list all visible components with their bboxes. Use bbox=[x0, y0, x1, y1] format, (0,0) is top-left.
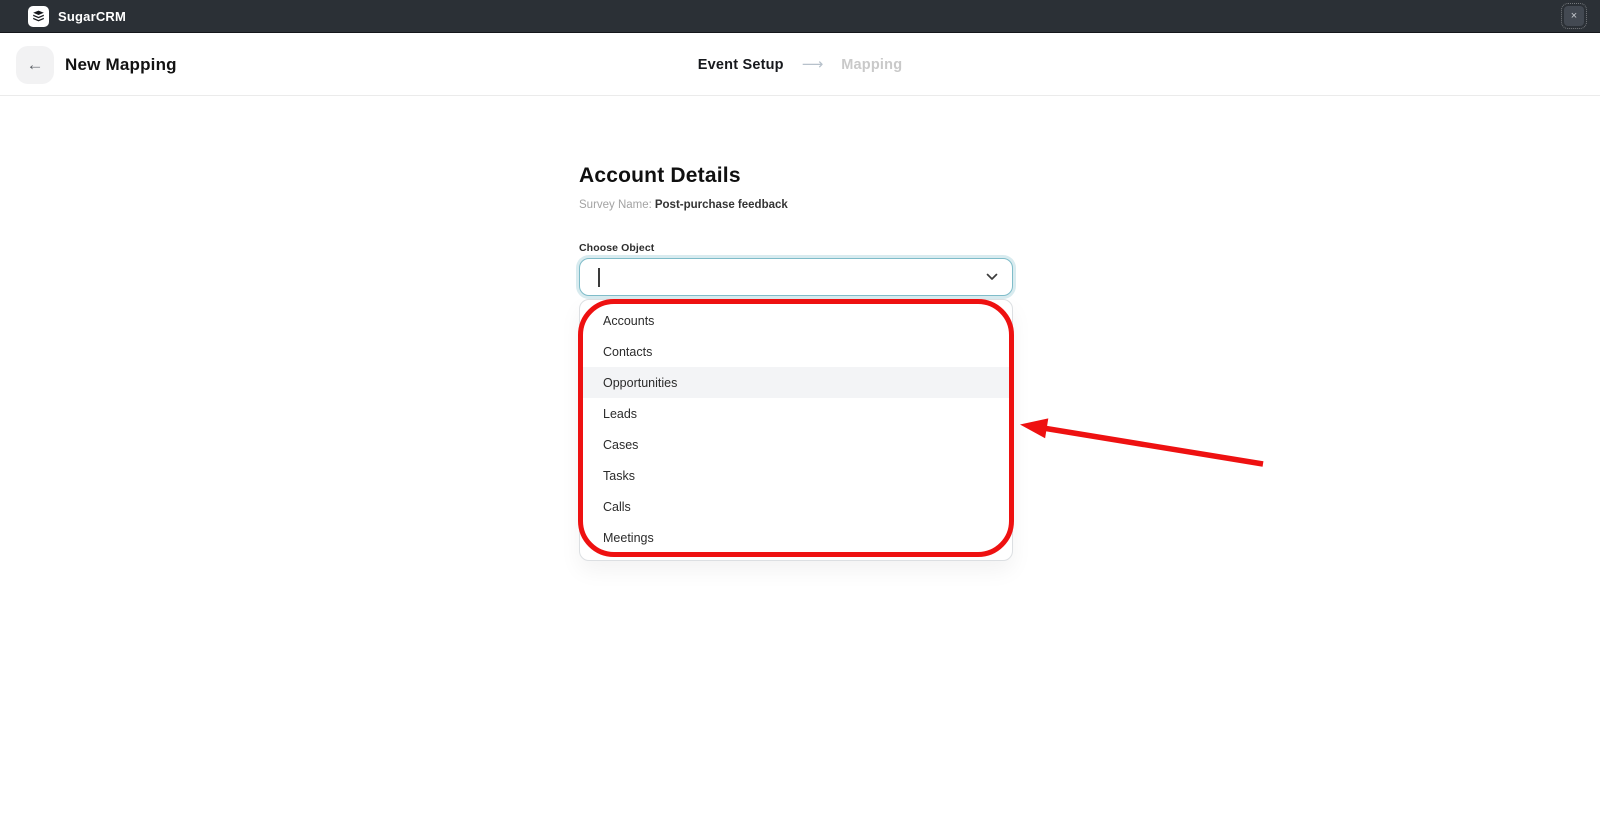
chevron-down-icon[interactable] bbox=[986, 273, 998, 281]
dropdown-option-contacts[interactable]: Contacts bbox=[580, 336, 1012, 367]
survey-name-line: Survey Name:Post-purchase feedback bbox=[579, 199, 1015, 211]
close-button[interactable]: × bbox=[1564, 6, 1584, 26]
object-dropdown: AccountsContactsOpportunitiesLeadsCasesT… bbox=[579, 299, 1013, 561]
dropdown-option-tasks[interactable]: Tasks bbox=[580, 460, 1012, 491]
back-arrow-icon: ← bbox=[27, 55, 44, 75]
text-cursor bbox=[598, 268, 600, 287]
choose-object-combobox[interactable] bbox=[579, 258, 1013, 296]
survey-name-label: Survey Name: bbox=[579, 199, 652, 211]
form-section: Account Details Survey Name:Post-purchas… bbox=[579, 0, 1015, 561]
dropdown-option-meetings[interactable]: Meetings bbox=[580, 522, 1012, 553]
dropdown-option-cases[interactable]: Cases bbox=[580, 429, 1012, 460]
survey-name-value: Post-purchase feedback bbox=[655, 199, 788, 211]
brand-name: SugarCRM bbox=[58, 9, 126, 24]
page-title: New Mapping bbox=[65, 55, 177, 75]
back-button[interactable]: ← bbox=[16, 46, 54, 84]
dropdown-option-calls[interactable]: Calls bbox=[580, 491, 1012, 522]
dropdown-option-leads[interactable]: Leads bbox=[580, 398, 1012, 429]
choose-object-label: Choose Object bbox=[579, 242, 1015, 254]
section-heading: Account Details bbox=[579, 164, 1015, 188]
annotation-arrow-icon bbox=[1012, 408, 1272, 472]
dropdown-option-opportunities[interactable]: Opportunities bbox=[580, 367, 1012, 398]
sugarcrm-logo-icon bbox=[28, 6, 49, 27]
dropdown-option-accounts[interactable]: Accounts bbox=[580, 305, 1012, 336]
page: SugarCRM × ← New Mapping Event Setup ⟶ M… bbox=[0, 0, 1600, 823]
close-icon: × bbox=[1571, 11, 1577, 22]
